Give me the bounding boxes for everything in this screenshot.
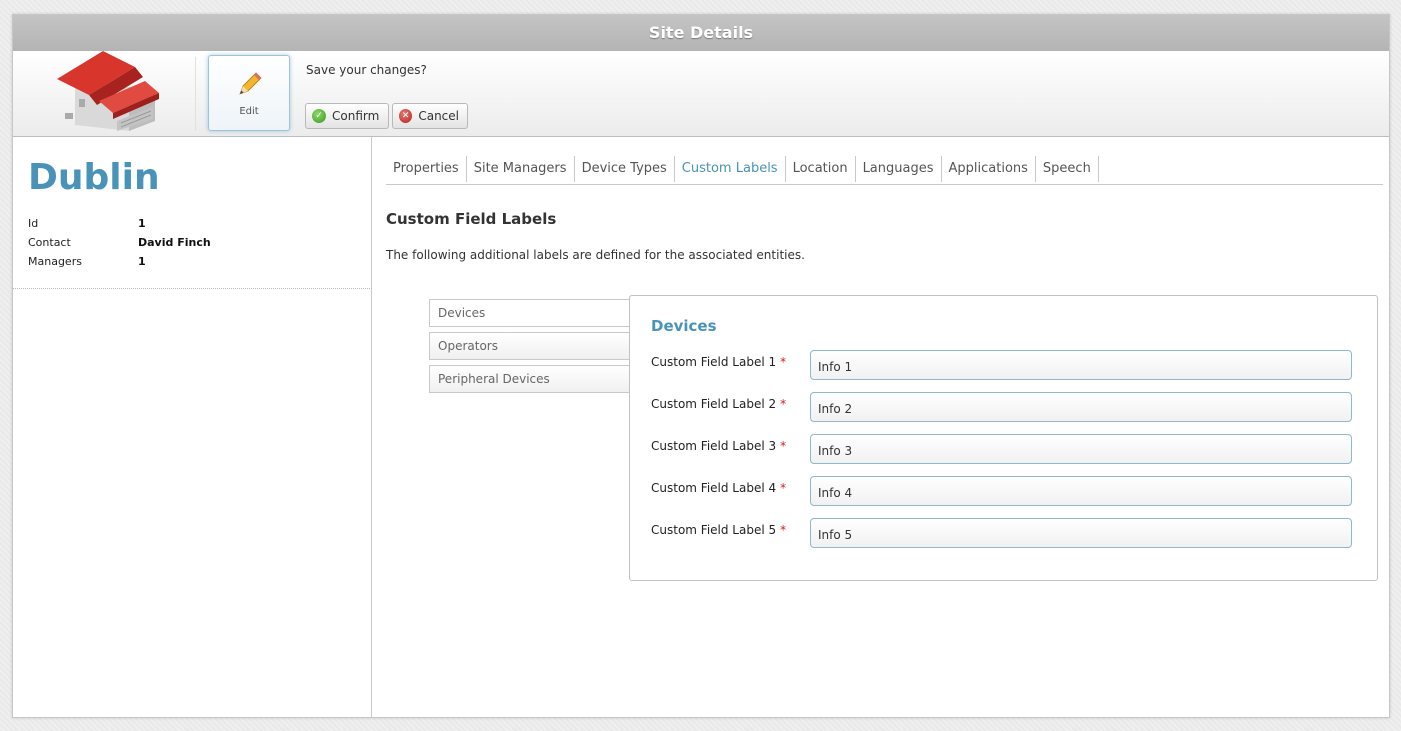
info-row-contact: Contact David Finch	[28, 236, 211, 255]
info-label: Managers	[28, 255, 82, 268]
warehouse-icon	[57, 51, 159, 131]
tab-custom-labels[interactable]: Custom Labels	[675, 156, 786, 182]
cancel-label: Cancel	[418, 109, 459, 123]
entity-item-peripheral-devices[interactable]: Peripheral Devices	[429, 365, 634, 393]
field-row: Custom Field Label 1 *	[651, 350, 1356, 380]
tab-speech[interactable]: Speech	[1036, 156, 1099, 182]
toolbar-separator	[195, 57, 196, 131]
entity-detail-panel: Devices Custom Field Label 1* Custom Fie…	[629, 295, 1378, 581]
cancel-button[interactable]: ✕ Cancel	[392, 103, 468, 129]
x-circle-icon: ✕	[399, 109, 413, 123]
field-row: Custom Field Label 3 *	[651, 434, 1356, 464]
pencil-icon	[239, 72, 262, 95]
check-circle-icon: ✓	[312, 109, 326, 123]
window-title: Site Details	[13, 15, 1389, 51]
section-description: The following additional labels are defi…	[386, 248, 805, 262]
field-row: Custom Field Label 5 *	[651, 518, 1356, 548]
entity-list: Devices Operators Peripheral Devices	[429, 299, 634, 398]
custom-field-label-5-input[interactable]	[810, 518, 1352, 548]
tab-applications[interactable]: Applications	[942, 156, 1036, 182]
field-label: Custom Field Label 1 *	[651, 355, 787, 369]
tab-languages[interactable]: Languages	[856, 156, 942, 182]
required-marker: *	[780, 481, 787, 495]
custom-field-label-1-input[interactable]	[810, 350, 1352, 380]
field-label: Custom Field Label 2 *	[651, 397, 787, 411]
info-value: 1	[138, 255, 146, 268]
custom-field-label-3-input[interactable]	[810, 434, 1352, 464]
tab-properties[interactable]: Properties	[386, 156, 467, 182]
info-label: Contact	[28, 236, 71, 249]
info-label: Id	[28, 217, 39, 230]
info-row-id: Id 1	[28, 217, 211, 236]
tab-bar: Properties Site Managers Device Types Cu…	[386, 156, 1383, 185]
field-label: Custom Field Label 3 *	[651, 439, 787, 453]
field-row: Custom Field Label 4 *	[651, 476, 1356, 506]
required-marker: *	[780, 439, 787, 453]
confirm-button[interactable]: ✓ Confirm	[305, 103, 389, 129]
info-value: David Finch	[138, 236, 211, 249]
custom-field-label-2-input[interactable]	[810, 392, 1352, 422]
entity-item-devices[interactable]: Devices	[429, 299, 634, 327]
toolbar: Edit Save your changes? ✓ Confirm ✕ Canc…	[13, 51, 1389, 137]
detail-title: Devices	[651, 317, 717, 335]
required-marker: *	[780, 397, 787, 411]
field-label: Custom Field Label 4 *	[651, 481, 787, 495]
entity-item-operators[interactable]: Operators	[429, 332, 634, 360]
site-summary-panel: Dublin Id 1 Contact David Finch Managers…	[12, 137, 372, 717]
field-row: Custom Field Label 2 *	[651, 392, 1356, 422]
field-label: Custom Field Label 5 *	[651, 523, 787, 537]
info-value: 1	[138, 217, 146, 230]
tab-device-types[interactable]: Device Types	[575, 156, 675, 182]
site-info-table: Id 1 Contact David Finch Managers 1	[28, 217, 211, 274]
edit-button[interactable]: Edit	[208, 55, 290, 131]
tab-location[interactable]: Location	[786, 156, 856, 182]
tab-site-managers[interactable]: Site Managers	[467, 156, 575, 182]
left-divider	[12, 288, 372, 289]
required-marker: *	[780, 355, 787, 369]
confirm-label: Confirm	[332, 109, 380, 123]
custom-field-label-4-input[interactable]	[810, 476, 1352, 506]
section-title: Custom Field Labels	[386, 210, 557, 228]
site-name: Dublin	[28, 157, 160, 198]
edit-label: Edit	[239, 106, 259, 117]
required-marker: *	[780, 523, 787, 537]
info-row-managers: Managers 1	[28, 255, 211, 274]
save-prompt: Save your changes?	[306, 63, 427, 77]
